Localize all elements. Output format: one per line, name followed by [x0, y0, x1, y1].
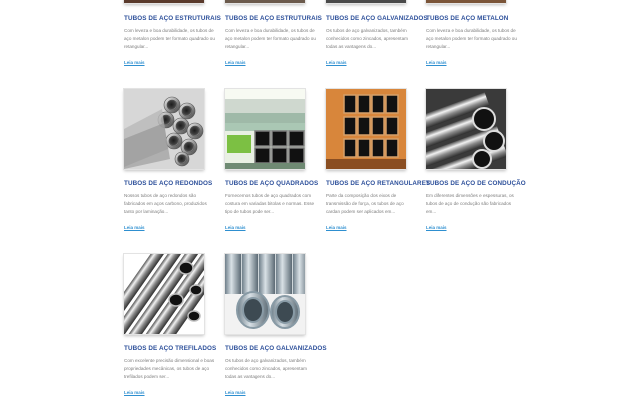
read-more-link[interactable]: Leia mais [326, 225, 347, 230]
rectangular-tubes-image[interactable] [326, 89, 406, 169]
product-description: Com leveza e boa durabilidade, os tubos … [225, 28, 316, 49]
product-title[interactable]: TUBOS DE AÇO RETANGULARES [326, 180, 430, 187]
drawn-tubes-image[interactable] [124, 254, 204, 334]
product-title[interactable]: TUBOS DE AÇO ESTRUTURAIS [124, 15, 221, 22]
product-title[interactable]: TUBOS DE AÇO GALVANIZADOS [225, 345, 327, 352]
read-more-link[interactable]: Leia mais [225, 60, 246, 65]
product-title[interactable]: TUBOS DE AÇO METALON [426, 15, 518, 22]
product-description: Os tubos de aço galvanizados, também con… [225, 358, 307, 379]
read-more-link[interactable]: Leia mais [426, 225, 447, 230]
product-description: Nossos tubos de aço redondos são fabrica… [124, 193, 207, 214]
product-title[interactable]: TUBOS DE AÇO GALVANIZADOS [326, 15, 428, 22]
product-description: Parte da composição dos eixos de transmi… [326, 193, 404, 214]
steel-structural-tubes-image[interactable] [225, 0, 305, 3]
product-card[interactable]: TUBOS DE AÇO METALON Com leveza e boa du… [426, 0, 518, 69]
round-tubes-image[interactable] [124, 89, 204, 169]
read-more-link[interactable]: Leia mais [124, 60, 145, 65]
product-description: Com leveza e boa durabilidade, os tubos … [426, 28, 517, 49]
product-card[interactable]: TUBOS DE AÇO RETANGULARES Parte da compo… [326, 89, 430, 234]
product-card[interactable]: TUBOS DE AÇO TREFILADOS Com excelente pr… [124, 254, 216, 399]
product-title[interactable]: TUBOS DE AÇO ESTRUTURAIS [225, 15, 322, 22]
product-description: Com leveza e boa durabilidade, os tubos … [124, 28, 215, 49]
read-more-link[interactable]: Leia mais [225, 390, 246, 395]
product-description: Os tubos de aço galvanizados, também con… [326, 28, 408, 49]
read-more-link[interactable]: Leia mais [124, 225, 145, 230]
product-card[interactable]: TUBOS DE AÇO GALVANIZADOS Os tubos de aç… [326, 0, 428, 69]
product-description: Em diferentes dimensões e espessuras, os… [426, 193, 514, 214]
product-title[interactable]: TUBOS DE AÇO REDONDOS [124, 180, 216, 187]
product-card[interactable]: TUBOS DE AÇO QUADRADOS Fornecemos tubos … [225, 89, 318, 234]
product-title[interactable]: TUBOS DE AÇO DE CONDUÇÃO [426, 180, 526, 187]
product-card[interactable]: TUBOS DE AÇO REDONDOS Nossos tubos de aç… [124, 89, 216, 234]
read-more-link[interactable]: Leia mais [124, 390, 145, 395]
read-more-link[interactable]: Leia mais [426, 60, 447, 65]
galvanized-tubes-image[interactable] [225, 254, 305, 334]
metalon-tubes-image[interactable] [426, 0, 506, 3]
product-card[interactable]: TUBOS DE AÇO ESTRUTURAIS Com leveza e bo… [225, 0, 322, 69]
product-description: Com excelente precisão dimensional e boa… [124, 358, 215, 379]
read-more-link[interactable]: Leia mais [225, 225, 246, 230]
conduction-tubes-image[interactable] [426, 89, 506, 169]
steel-structural-tubes-image[interactable] [124, 0, 204, 3]
product-card[interactable]: TUBOS DE AÇO DE CONDUÇÃO Em diferentes d… [426, 89, 526, 234]
read-more-link[interactable]: Leia mais [326, 60, 347, 65]
product-title[interactable]: TUBOS DE AÇO TREFILADOS [124, 345, 216, 352]
product-description: Fornecemos tubos de aço quadrados com co… [225, 193, 315, 214]
product-card[interactable]: TUBOS DE AÇO GALVANIZADOS Os tubos de aç… [225, 254, 327, 399]
product-title[interactable]: TUBOS DE AÇO QUADRADOS [225, 180, 318, 187]
galvanized-tubes-image[interactable] [326, 0, 406, 3]
product-card[interactable]: TUBOS DE AÇO ESTRUTURAIS Com leveza e bo… [124, 0, 221, 69]
square-tubes-image[interactable] [225, 89, 305, 169]
